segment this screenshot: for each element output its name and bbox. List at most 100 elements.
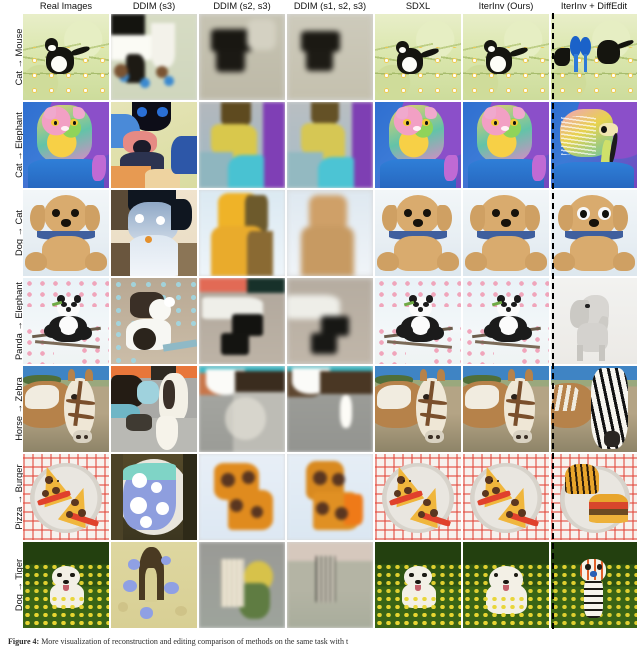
grid-cell-dog-tiger-iterinv xyxy=(463,542,549,628)
sample-image-cat-elephant-ddim_s2s3 xyxy=(199,102,285,188)
sample-image-dog-tiger-real xyxy=(23,542,109,628)
column-header-iterinv_diffedit: IterInv + DiffEdit xyxy=(560,1,628,11)
grid-cell-dog-cat-real xyxy=(23,190,109,276)
grid-cell-dog-tiger-real xyxy=(23,542,109,628)
sample-image-pizza-burger-iterinv xyxy=(463,454,549,540)
column-header-real: Real Images xyxy=(39,1,93,11)
sample-image-dog-cat-sdxl xyxy=(375,190,461,276)
grid-cell-horse-zebra-ddim_s1s2s3 xyxy=(287,366,373,452)
sample-image-cat-mouse-iterinv xyxy=(463,14,549,100)
sample-image-panda-elephant-ddim_s3 xyxy=(111,278,197,364)
sample-image-pizza-burger-real xyxy=(23,454,109,540)
sample-image-pizza-burger-ddim_s1s2s3 xyxy=(287,454,373,540)
sample-image-cat-mouse-real xyxy=(23,14,109,100)
grid-cell-cat-mouse-ddim_s1s2s3 xyxy=(287,14,373,100)
sample-image-dog-cat-iterinv_diffedit xyxy=(551,190,637,276)
grid-cell-cat-elephant-ddim_s1s2s3 xyxy=(287,102,373,188)
grid-cell-pizza-burger-iterinv xyxy=(463,454,549,540)
grid-cell-horse-zebra-iterinv xyxy=(463,366,549,452)
sample-image-panda-elephant-ddim_s2s3 xyxy=(199,278,285,364)
grid-cell-panda-elephant-iterinv xyxy=(463,278,549,364)
grid-cell-dog-tiger-ddim_s2s3 xyxy=(199,542,285,628)
sample-image-cat-elephant-real xyxy=(23,102,109,188)
sample-image-pizza-burger-ddim_s2s3 xyxy=(199,454,285,540)
sample-image-horse-zebra-ddim_s2s3 xyxy=(199,366,285,452)
sample-image-dog-tiger-ddim_s1s2s3 xyxy=(287,542,373,628)
column-header-sdxl: SDXL xyxy=(405,1,431,11)
grid-cell-cat-elephant-iterinv_diffedit xyxy=(551,102,637,188)
grid-cell-dog-tiger-sdxl xyxy=(375,542,461,628)
grid-cell-cat-mouse-real xyxy=(23,14,109,100)
grid-cell-pizza-burger-ddim_s3 xyxy=(111,454,197,540)
grid-cell-pizza-burger-sdxl xyxy=(375,454,461,540)
sample-image-dog-cat-ddim_s3 xyxy=(111,190,197,276)
grid-cell-cat-elephant-ddim_s2s3 xyxy=(199,102,285,188)
column-header-ddim_s3: DDIM (s3) xyxy=(132,1,176,11)
grid-cell-dog-cat-ddim_s2s3 xyxy=(199,190,285,276)
grid-cell-horse-zebra-ddim_s3 xyxy=(111,366,197,452)
sample-image-dog-cat-real xyxy=(23,190,109,276)
figure-panel: Real Images DDIM (s3) DDIM (s2, s3) DDIM (s… xyxy=(0,0,640,647)
sample-image-dog-cat-iterinv xyxy=(463,190,549,276)
grid-cell-cat-mouse-ddim_s2s3 xyxy=(199,14,285,100)
grid-cell-cat-elephant-iterinv xyxy=(463,102,549,188)
sample-image-horse-zebra-real xyxy=(23,366,109,452)
grid-cell-cat-mouse-iterinv xyxy=(463,14,549,100)
sample-image-dog-tiger-ddim_s2s3 xyxy=(199,542,285,628)
grid-cell-cat-elephant-sdxl xyxy=(375,102,461,188)
sample-image-panda-elephant-sdxl xyxy=(375,278,461,364)
grid-cell-pizza-burger-real xyxy=(23,454,109,540)
grid-cell-cat-mouse-sdxl xyxy=(375,14,461,100)
sample-image-cat-mouse-ddim_s2s3 xyxy=(199,14,285,100)
column-header-ddim_s1s2s3: DDIM (s1, s2, s3) xyxy=(293,1,367,11)
grid-cell-pizza-burger-ddim_s2s3 xyxy=(199,454,285,540)
sample-image-dog-tiger-iterinv_diffedit xyxy=(551,542,637,628)
grid-cell-dog-cat-ddim_s3 xyxy=(111,190,197,276)
grid-cell-dog-tiger-ddim_s1s2s3 xyxy=(287,542,373,628)
grid-cell-panda-elephant-real xyxy=(23,278,109,364)
grid-cell-cat-mouse-ddim_s3 xyxy=(111,14,197,100)
sample-image-horse-zebra-iterinv xyxy=(463,366,549,452)
grid-cell-cat-mouse-iterinv_diffedit xyxy=(551,14,637,100)
sample-image-panda-elephant-real xyxy=(23,278,109,364)
sample-image-dog-cat-ddim_s1s2s3 xyxy=(287,190,373,276)
sample-image-cat-elephant-sdxl xyxy=(375,102,461,188)
grid-cell-dog-cat-sdxl xyxy=(375,190,461,276)
column-header-row: Real Images DDIM (s3) DDIM (s2, s3) DDIM (s… xyxy=(23,0,640,13)
sample-image-dog-tiger-iterinv xyxy=(463,542,549,628)
sample-image-horse-zebra-sdxl xyxy=(375,366,461,452)
grid-cell-dog-tiger-iterinv_diffedit xyxy=(551,542,637,628)
caption-label: Figure 4: xyxy=(8,637,40,646)
grid-cell-pizza-burger-iterinv_diffedit xyxy=(551,454,637,540)
sample-image-dog-tiger-ddim_s3 xyxy=(111,542,197,628)
grid-cell-horse-zebra-iterinv_diffedit xyxy=(551,366,637,452)
grid-cell-horse-zebra-ddim_s2s3 xyxy=(199,366,285,452)
grid-cell-panda-elephant-ddim_s3 xyxy=(111,278,197,364)
sample-image-cat-elephant-iterinv_diffedit xyxy=(551,102,637,188)
sample-image-pizza-burger-sdxl xyxy=(375,454,461,540)
grid-cell-panda-elephant-iterinv_diffedit xyxy=(551,278,637,364)
sample-image-dog-tiger-sdxl xyxy=(375,542,461,628)
column-header-iterinv: IterInv (Ours) xyxy=(478,1,534,11)
grid-cell-cat-elephant-real xyxy=(23,102,109,188)
sample-image-cat-mouse-ddim_s1s2s3 xyxy=(287,14,373,100)
grid-cell-horse-zebra-sdxl xyxy=(375,366,461,452)
figure-caption: Figure 4: More visualization of reconstr… xyxy=(8,637,632,647)
method-divider-dashed-line xyxy=(552,13,554,629)
sample-image-cat-mouse-iterinv_diffedit xyxy=(551,14,637,100)
grid-cell-cat-elephant-ddim_s3 xyxy=(111,102,197,188)
sample-image-dog-cat-ddim_s2s3 xyxy=(199,190,285,276)
sample-image-panda-elephant-iterinv_diffedit xyxy=(551,278,637,364)
sample-image-cat-mouse-sdxl xyxy=(375,14,461,100)
sample-image-pizza-burger-iterinv_diffedit xyxy=(551,454,637,540)
grid-cell-panda-elephant-sdxl xyxy=(375,278,461,364)
sample-image-cat-elephant-iterinv xyxy=(463,102,549,188)
sample-image-cat-elephant-ddim_s3 xyxy=(111,102,197,188)
sample-image-panda-elephant-ddim_s1s2s3 xyxy=(287,278,373,364)
grid-cell-pizza-burger-ddim_s1s2s3 xyxy=(287,454,373,540)
sample-image-cat-mouse-ddim_s3 xyxy=(111,14,197,100)
column-header-ddim_s2s3: DDIM (s2, s3) xyxy=(213,1,271,11)
grid-cell-panda-elephant-ddim_s2s3 xyxy=(199,278,285,364)
grid-cell-dog-cat-iterinv_diffedit xyxy=(551,190,637,276)
grid-cell-horse-zebra-real xyxy=(23,366,109,452)
